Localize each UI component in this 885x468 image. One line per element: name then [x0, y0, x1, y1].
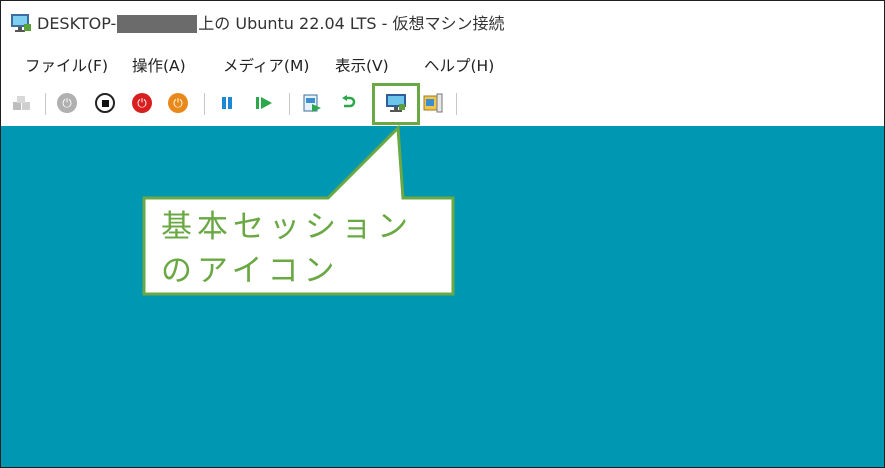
pause-button[interactable]	[214, 90, 240, 116]
shutdown-icon: ⏻	[132, 93, 152, 113]
save-button[interactable]: ⏻	[165, 90, 191, 116]
resume-icon	[256, 97, 272, 109]
callout-text: 基本セッション のアイコン	[161, 205, 413, 293]
turn-off-button[interactable]	[92, 90, 118, 116]
save-icon: ⏻	[168, 93, 188, 113]
menu-action[interactable]: 操作(A)	[132, 54, 186, 76]
checkpoint-icon	[303, 94, 321, 112]
title-bar: DESKTOP- 上の Ubuntu 22.04 LTS - 仮想マシン接続	[1, 1, 884, 45]
window-title-suffix: 上の Ubuntu 22.04 LTS - 仮想マシン接続	[198, 14, 505, 33]
revert-icon	[342, 95, 356, 108]
toolbar-separator	[456, 93, 457, 115]
start-button[interactable]: ⏻	[54, 90, 80, 116]
window-title-prefix: DESKTOP-	[37, 14, 117, 33]
callout-line-2: のアイコン	[161, 253, 340, 289]
toolbar-separator	[204, 93, 205, 115]
checkpoint-button[interactable]	[299, 90, 325, 116]
callout-line-1: 基本セッション	[161, 209, 413, 245]
vm-connection-app-icon	[11, 14, 31, 32]
zoom-level-icon	[423, 93, 443, 113]
toolbar-separator	[45, 93, 46, 115]
ctrl-alt-del-icon	[13, 96, 30, 110]
pause-icon	[222, 97, 232, 109]
window-title: DESKTOP- 上の Ubuntu 22.04 LTS - 仮想マシン接続	[37, 13, 505, 35]
menu-bar: ファイル(F) 操作(A) メディア(M) 表示(V) ヘルプ(H)	[1, 48, 884, 80]
resume-button[interactable]	[251, 90, 277, 116]
menu-media[interactable]: メディア(M)	[223, 54, 309, 76]
turn-off-icon	[95, 93, 115, 113]
ctrl-alt-del-button[interactable]	[9, 90, 35, 116]
zoom-level-button[interactable]	[420, 90, 446, 116]
revert-button[interactable]	[335, 90, 361, 116]
redacted-hostname	[117, 15, 198, 33]
guest-display[interactable]	[1, 126, 884, 467]
menu-help[interactable]: ヘルプ(H)	[424, 54, 494, 76]
vm-connection-window: DESKTOP- 上の Ubuntu 22.04 LTS - 仮想マシン接続 フ…	[0, 0, 885, 468]
shutdown-button[interactable]: ⏻	[129, 90, 155, 116]
menu-view[interactable]: 表示(V)	[335, 54, 389, 76]
start-icon: ⏻	[57, 93, 77, 113]
basic-session-highlight	[372, 83, 420, 125]
menu-file[interactable]: ファイル(F)	[25, 54, 108, 76]
toolbar: ⏻ ⏻ ⏻	[1, 85, 884, 123]
toolbar-separator	[289, 93, 290, 115]
